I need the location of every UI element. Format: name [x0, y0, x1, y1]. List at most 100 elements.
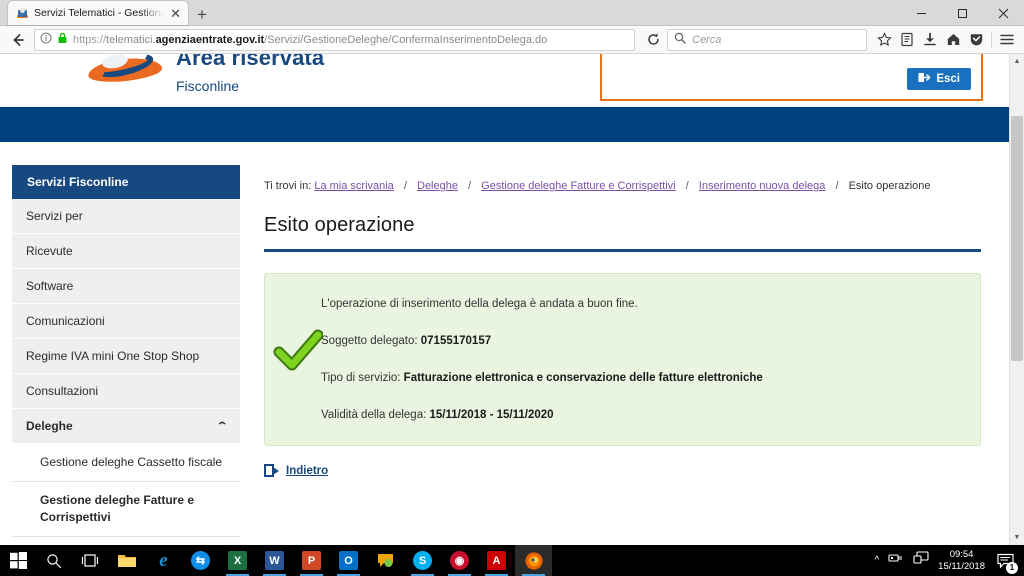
page-viewport: Area riservata Fisconline Esci Servizi F…	[0, 54, 1024, 545]
taskbar-internet-explorer-icon[interactable]: e	[145, 545, 182, 576]
url-host-prefix: telematici.	[106, 33, 156, 46]
taskbar-adobe-reader-icon[interactable]: A	[478, 545, 515, 576]
sidebar-header: Servizi Fisconline	[12, 165, 240, 199]
search-input[interactable]: Cerca	[667, 28, 867, 51]
taskbar-teamviewer-icon[interactable]: ⇆	[182, 545, 219, 576]
sidebar-item-label: Consultazioni	[26, 384, 99, 398]
url-scheme: https://	[73, 33, 107, 46]
chevron-up-icon[interactable]: ⌃	[216, 421, 229, 432]
breadcrumb-link-deleghe[interactable]: Deleghe	[417, 180, 458, 192]
tray-chevron-up-icon[interactable]: ^	[874, 555, 879, 566]
home-icon[interactable]	[942, 29, 964, 51]
windows-start-icon[interactable]	[0, 545, 36, 576]
back-link-row: Indietro	[264, 464, 981, 477]
scrollbar-thumb[interactable]	[1011, 116, 1023, 361]
monitor-icon[interactable]	[913, 551, 929, 570]
taskbar-file-explorer-icon[interactable]	[108, 545, 145, 576]
downloads-icon[interactable]	[919, 29, 941, 51]
breadcrumb-link-scrivania[interactable]: La mia scrivania	[314, 180, 393, 192]
minimize-icon[interactable]	[901, 0, 942, 26]
sidebar-item-servizi-per[interactable]: Servizi per	[12, 199, 240, 234]
windows-taskbar: e ⇆ X W P O S ◉ A ^ 09:54 15/11/2018 1	[0, 545, 1024, 576]
logout-button[interactable]: Esci	[907, 68, 971, 90]
sidebar-subitem-cassetto-fiscale[interactable]: Gestione deleghe Cassetto fiscale	[12, 444, 240, 482]
breadcrumb-separator: /	[468, 180, 472, 192]
lock-icon	[57, 31, 68, 49]
breadcrumb-link-gestione-deleghe[interactable]: Gestione deleghe Fatture e Corrispettivi	[481, 180, 675, 192]
sidebar-subitem-fatture-corrispettivi[interactable]: Gestione deleghe Fatture e Corrispettivi	[12, 482, 240, 537]
browser-tab[interactable]: Servizi Telematici - Gestione ✕	[8, 1, 188, 25]
title-underline	[264, 249, 981, 252]
search-icon	[674, 31, 686, 49]
sidebar-item-label: Comunicazioni	[26, 314, 105, 328]
sidebar-item-regime-iva-moss[interactable]: Regime IVA mini One Stop Shop	[12, 339, 240, 374]
url-text: https://telematici.agenziaentrate.gov.it…	[73, 34, 547, 46]
url-bar[interactable]: https://telematici.agenziaentrate.gov.it…	[34, 28, 635, 51]
page-scrollbar[interactable]: ▲ ▼	[1009, 54, 1024, 545]
tab-title: Servizi Telematici - Gestione	[34, 7, 165, 19]
action-center-icon[interactable]: 1	[994, 550, 1018, 574]
back-icon[interactable]	[6, 28, 30, 52]
taskbar-word-icon[interactable]: W	[256, 545, 293, 576]
clock-date: 15/11/2018	[938, 560, 985, 572]
sidebar: Servizi Fisconline Servizi per Ricevute …	[12, 165, 240, 545]
taskbar-powerpoint-icon[interactable]: P	[293, 545, 330, 576]
sidebar-item-label: Software	[26, 279, 74, 293]
network-icon[interactable]	[888, 551, 904, 570]
alert-row-label: Tipo di servizio:	[321, 372, 401, 384]
breadcrumb-current: Esito operazione	[848, 180, 931, 192]
browser-toolbar-icons	[873, 29, 1018, 51]
sidebar-item-deleghe[interactable]: Deleghe ⌃	[12, 409, 240, 444]
taskbar-skype-icon[interactable]: S	[404, 545, 441, 576]
toolbar-divider	[991, 31, 992, 48]
info-icon[interactable]	[40, 31, 52, 49]
shield-pocket-icon[interactable]	[965, 29, 987, 51]
notification-count: 1	[1006, 561, 1018, 574]
maximize-icon[interactable]	[942, 0, 983, 26]
taskbar-clock[interactable]: 09:54 15/11/2018	[938, 549, 985, 573]
sidebar-item-label: Regime IVA mini One Stop Shop	[26, 349, 200, 363]
sidebar-item-software[interactable]: Software	[12, 269, 240, 304]
search-icon[interactable]	[36, 545, 72, 576]
taskbar-outlook-icon[interactable]: O	[330, 545, 367, 576]
breadcrumb: Ti trovi in: La mia scrivania / Deleghe …	[264, 165, 981, 192]
close-icon[interactable]	[983, 0, 1024, 26]
clock-time: 09:54	[949, 548, 974, 560]
close-icon[interactable]: ✕	[169, 7, 182, 20]
breadcrumb-prefix: Ti trovi in:	[264, 180, 312, 192]
scroll-up-arrow-icon[interactable]: ▲	[1010, 54, 1024, 69]
hamburger-menu-icon[interactable]	[996, 29, 1018, 51]
sidebar-subitem-casse-enti-previdenziali[interactable]: Gestione deleghe per Casse ed Enti previ…	[12, 537, 240, 545]
breadcrumb-separator: /	[685, 180, 689, 192]
url-host-domain: agenziaentrate.gov.it	[155, 33, 265, 46]
taskbar-chat-icon[interactable]	[367, 545, 404, 576]
back-box-arrow-icon	[264, 464, 279, 477]
taskbar-antivirus-icon[interactable]: ◉	[441, 545, 478, 576]
library-icon[interactable]	[896, 29, 918, 51]
breadcrumb-separator: /	[835, 180, 839, 192]
page-body: Servizi Fisconline Servizi per Ricevute …	[0, 165, 1009, 545]
breadcrumb-link-inserimento-delega[interactable]: Inserimento nuova delega	[699, 180, 826, 192]
scroll-down-arrow-icon[interactable]: ▼	[1010, 530, 1024, 545]
sidebar-item-label: Servizi per	[26, 209, 83, 223]
page-content: Area riservata Fisconline Esci Servizi F…	[0, 54, 1009, 545]
sidebar-item-ricevute[interactable]: Ricevute	[12, 234, 240, 269]
task-view-icon[interactable]	[72, 545, 108, 576]
logout-label: Esci	[936, 73, 960, 85]
tab-strip: Servizi Telematici - Gestione ✕ +	[0, 0, 216, 25]
taskbar-firefox-icon[interactable]	[515, 545, 552, 576]
browser-titlebar: Servizi Telematici - Gestione ✕ +	[0, 0, 1024, 26]
site-logo-block: Area riservata Fisconline	[87, 54, 324, 97]
page-title: Esito operazione	[264, 214, 415, 236]
new-tab-button[interactable]: +	[188, 6, 216, 25]
bookmark-star-icon[interactable]	[873, 29, 895, 51]
brand-subtitle: Fisconline	[176, 78, 240, 94]
sidebar-item-consultazioni[interactable]: Consultazioni	[12, 374, 240, 409]
reload-icon[interactable]	[641, 28, 665, 52]
taskbar-excel-icon[interactable]: X	[219, 545, 256, 576]
sidebar-item-label: Ricevute	[26, 244, 73, 258]
sidebar-item-comunicazioni[interactable]: Comunicazioni	[12, 304, 240, 339]
green-check-icon	[273, 326, 324, 376]
back-link[interactable]: Indietro	[286, 465, 328, 477]
alert-row-value: 15/11/2018 - 15/11/2020	[429, 409, 554, 421]
